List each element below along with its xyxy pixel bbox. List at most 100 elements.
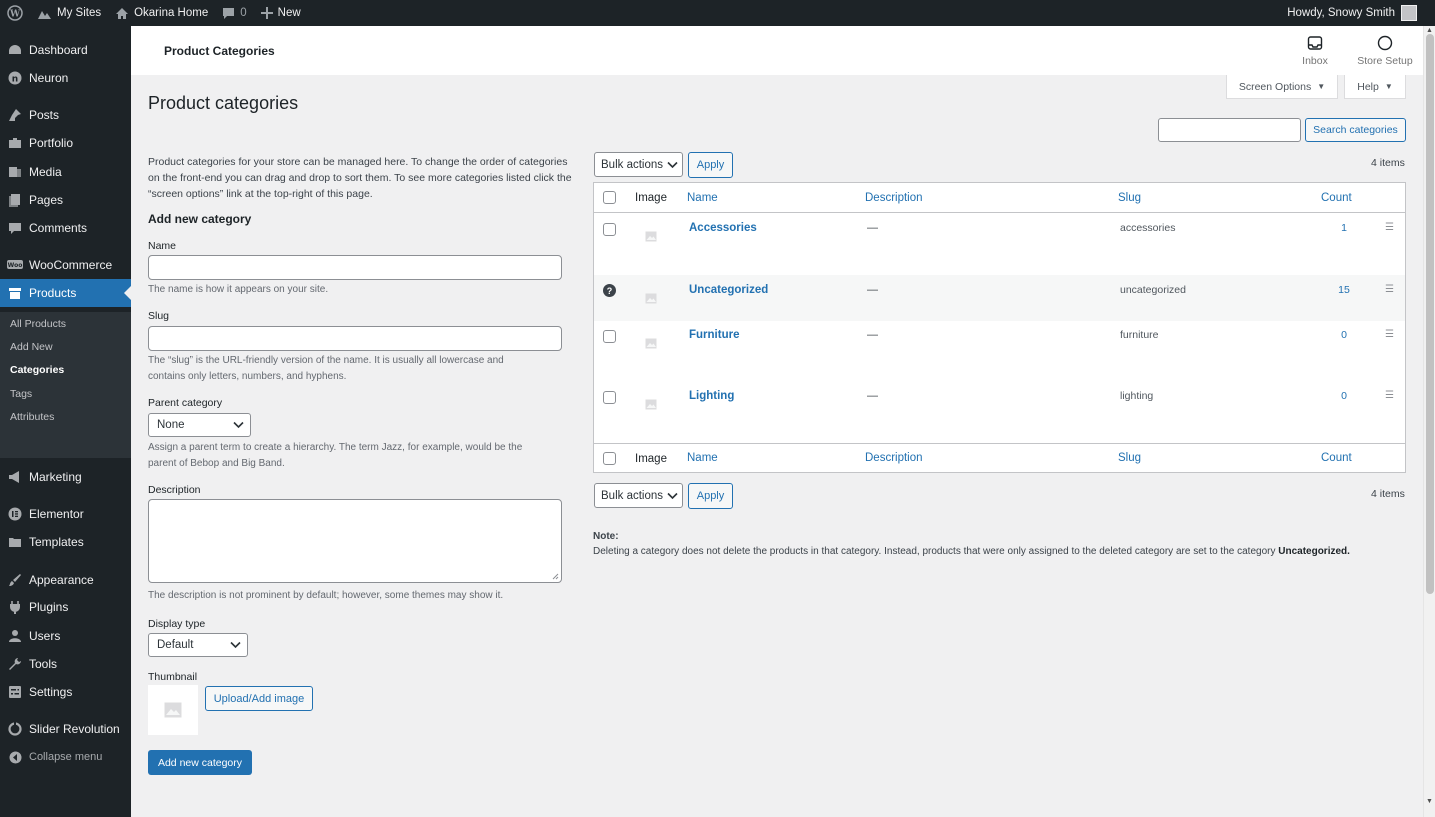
submenu-add-new[interactable]: Add New	[10, 341, 53, 353]
sidebar-item-elementor[interactable]: Elementor	[0, 500, 131, 528]
brush-icon	[7, 572, 23, 588]
category-name-link[interactable]: Uncategorized	[689, 284, 768, 296]
column-name[interactable]: Name	[687, 192, 718, 204]
column-slug[interactable]: Slug	[1118, 452, 1141, 464]
scroll-down-arrow-icon[interactable]: ▼	[1426, 798, 1433, 805]
inbox-icon	[1307, 36, 1323, 50]
name-input[interactable]	[148, 255, 562, 280]
category-name-link[interactable]: Lighting	[689, 390, 734, 402]
submenu-tags[interactable]: Tags	[10, 388, 32, 400]
submenu-categories[interactable]: Categories	[10, 364, 64, 376]
slug-input[interactable]	[148, 326, 562, 351]
column-description[interactable]: Description	[865, 452, 923, 464]
store-setup-button[interactable]: Store Setup	[1350, 35, 1420, 67]
sidebar-item-products[interactable]: Products	[0, 279, 131, 307]
upload-image-button[interactable]: Upload/Add image	[205, 686, 313, 711]
select-all-checkbox[interactable]	[603, 452, 616, 465]
media-icon	[7, 164, 23, 180]
wordpress-logo-button[interactable]: W	[0, 0, 30, 26]
column-count[interactable]: Count	[1321, 192, 1352, 204]
resize-handle-icon[interactable]	[552, 573, 559, 580]
row-checkbox[interactable]	[603, 330, 616, 343]
collapse-menu-button[interactable]: Collapse menu	[0, 743, 131, 771]
sidebar-item-comments[interactable]: Comments	[0, 214, 131, 242]
sidebar-item-media[interactable]: Media	[0, 158, 131, 186]
sidebar-item-woocommerce[interactable]: Woo WooCommerce	[0, 251, 131, 279]
woocommerce-header: Product Categories Inbox Store Setup	[131, 26, 1423, 75]
category-count-link[interactable]: 1	[1334, 222, 1354, 234]
category-count-link[interactable]: 0	[1334, 329, 1354, 341]
category-name-link[interactable]: Accessories	[689, 222, 757, 234]
sidebar-item-neuron[interactable]: n Neuron	[0, 64, 131, 92]
sidebar-item-label: Comments	[29, 221, 88, 235]
sidebar-item-label: Slider Revolution	[29, 722, 120, 736]
sidebar-item-portfolio[interactable]: Portfolio	[0, 129, 131, 157]
comment-bubble-icon	[223, 7, 235, 19]
row-checkbox[interactable]	[603, 391, 616, 404]
sidebar-item-dashboard[interactable]: Dashboard	[0, 36, 131, 64]
sidebar-item-appearance[interactable]: Appearance	[0, 566, 131, 594]
column-slug[interactable]: Slug	[1118, 192, 1141, 204]
inbox-button[interactable]: Inbox	[1280, 35, 1350, 67]
apply-button-bottom[interactable]: Apply	[688, 483, 733, 509]
my-sites-menu[interactable]: My Sites	[30, 0, 108, 26]
scroll-up-arrow-icon[interactable]: ▲	[1426, 27, 1433, 34]
add-new-category-button[interactable]: Add new category	[148, 750, 252, 775]
pages-icon	[7, 192, 23, 208]
sidebar-item-pages[interactable]: Pages	[0, 186, 131, 214]
thumbnail-placeholder	[148, 685, 198, 735]
bulk-actions-select-top[interactable]: Bulk actions	[594, 152, 683, 177]
intro-line: on the front-end you can drag and drop t…	[148, 172, 572, 184]
sidebar-item-settings[interactable]: Settings	[0, 678, 131, 706]
image-placeholder-icon	[645, 338, 657, 348]
table-header: Image Name Description Slug Count	[594, 183, 1405, 213]
sidebar-item-slider-revolution[interactable]: Slider Revolution	[0, 715, 131, 743]
new-content-menu[interactable]: New	[254, 0, 308, 26]
parent-category-select[interactable]: None	[148, 413, 251, 437]
sidebar-item-label: Settings	[29, 685, 73, 699]
sidebar-item-plugins[interactable]: Plugins	[0, 593, 131, 621]
thumbnail-label: Thumbnail	[148, 671, 198, 683]
submenu-all-products[interactable]: All Products	[10, 318, 66, 330]
column-count[interactable]: Count	[1321, 452, 1352, 464]
category-thumbnail	[634, 219, 668, 253]
display-type-select[interactable]: Default	[148, 633, 248, 657]
parent-category-value: None	[157, 419, 185, 431]
row-checkbox[interactable]	[603, 223, 616, 236]
apply-button-top[interactable]: Apply	[688, 152, 733, 178]
column-name[interactable]: Name	[687, 452, 718, 464]
site-name-menu[interactable]: Okarina Home	[108, 0, 215, 26]
my-account-menu[interactable]: Howdy, Snowy Smith	[1287, 5, 1435, 21]
sidebar-item-users[interactable]: Users	[0, 622, 131, 650]
search-categories-input[interactable]	[1158, 118, 1301, 142]
sidebar-item-tools[interactable]: Tools	[0, 650, 131, 678]
help-icon[interactable]: ?	[603, 284, 616, 297]
screen-options-button[interactable]: Screen Options ▼	[1226, 75, 1338, 99]
bulk-actions-select-bottom[interactable]: Bulk actions	[594, 483, 683, 508]
category-name-link[interactable]: Furniture	[689, 329, 739, 341]
select-all-checkbox[interactable]	[603, 191, 616, 204]
drag-handle-icon[interactable]: ☰	[1385, 284, 1394, 295]
drag-handle-icon[interactable]: ☰	[1385, 329, 1394, 340]
comments-menu[interactable]: 0	[215, 0, 253, 26]
page-scrollbar[interactable]: ▲ ▼	[1423, 26, 1435, 817]
drag-handle-icon[interactable]: ☰	[1385, 390, 1394, 401]
submenu-attributes[interactable]: Attributes	[10, 411, 54, 423]
category-count-link[interactable]: 15	[1334, 284, 1354, 296]
progress-ring-icon	[1377, 35, 1393, 51]
description-textarea[interactable]	[148, 499, 562, 583]
megaphone-icon	[7, 469, 23, 485]
help-button[interactable]: Help ▼	[1344, 75, 1406, 99]
search-categories-button[interactable]: Search categories	[1305, 118, 1406, 142]
column-image: Image	[635, 192, 667, 204]
scrollbar-thumb[interactable]	[1426, 34, 1434, 594]
column-description[interactable]: Description	[865, 192, 923, 204]
category-count-link[interactable]: 0	[1334, 390, 1354, 402]
drag-handle-icon[interactable]: ☰	[1385, 222, 1394, 233]
sidebar-item-marketing[interactable]: Marketing	[0, 463, 131, 491]
sidebar-item-templates[interactable]: Templates	[0, 528, 131, 556]
categories-table: Image Name Description Slug Count Access…	[593, 182, 1406, 473]
image-placeholder-icon	[645, 399, 657, 409]
category-slug: accessories	[1120, 222, 1176, 234]
sidebar-item-posts[interactable]: Posts	[0, 101, 131, 129]
